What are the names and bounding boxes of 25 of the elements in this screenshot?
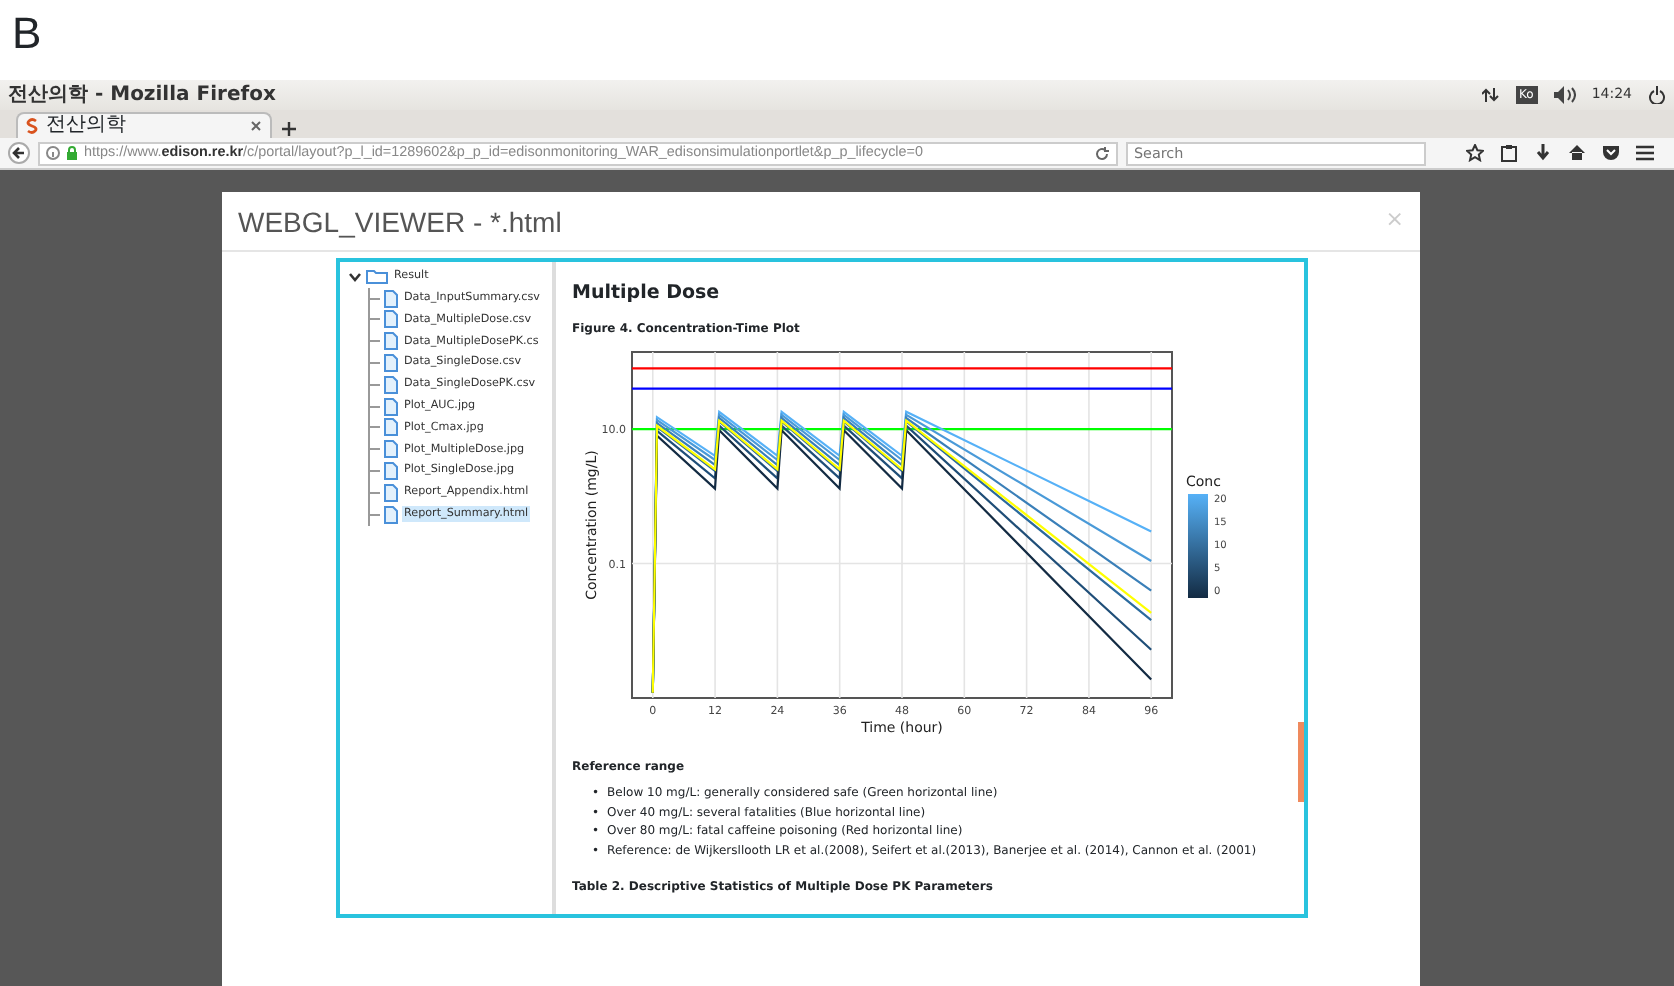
folder-icon bbox=[366, 268, 388, 285]
lock-icon bbox=[66, 146, 78, 160]
clipboard-icon[interactable] bbox=[1500, 144, 1518, 162]
close-icon[interactable] bbox=[250, 120, 262, 132]
figure-label: B bbox=[10, 6, 44, 62]
info-icon bbox=[46, 146, 60, 160]
volume-icon[interactable] bbox=[1553, 86, 1576, 104]
chevron-down-icon[interactable] bbox=[348, 269, 362, 284]
network-icon bbox=[1481, 86, 1499, 104]
new-tab-icon[interactable] bbox=[280, 120, 298, 138]
home-icon[interactable] bbox=[1568, 144, 1586, 162]
download-icon[interactable] bbox=[1534, 144, 1552, 162]
scrollbar-thumb[interactable] bbox=[1298, 722, 1304, 802]
color-scale-bar bbox=[1188, 494, 1208, 599]
modal-title: WEBGL_VIEWER - *.html bbox=[238, 205, 562, 237]
browser-tab[interactable]: 전산의학 bbox=[16, 112, 272, 138]
window-title: 전산의학 - Mozilla Firefox bbox=[8, 82, 276, 110]
reload-icon[interactable] bbox=[1094, 145, 1110, 161]
report-heading: Multiple Dose bbox=[572, 280, 722, 308]
back-icon[interactable] bbox=[8, 142, 30, 164]
favicon-icon bbox=[26, 118, 38, 134]
pocket-icon[interactable] bbox=[1602, 144, 1620, 162]
power-icon[interactable] bbox=[1648, 86, 1666, 104]
bookmark-star-icon[interactable] bbox=[1466, 144, 1484, 162]
menu-icon[interactable] bbox=[1636, 144, 1654, 162]
